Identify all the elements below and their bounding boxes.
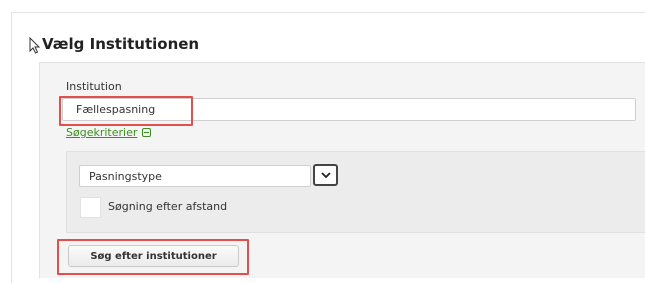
dropdown-button[interactable] [313, 164, 338, 186]
page-title: Vælg Institutionen [42, 35, 200, 53]
search-institutions-button[interactable]: Søg efter institutioner [68, 245, 239, 267]
institution-label: Institution [66, 80, 122, 93]
mouse-pointer-icon [29, 37, 41, 54]
distance-search-label: Søgning efter afstand [108, 200, 228, 213]
search-criteria-link[interactable]: Søgekriterier [66, 126, 152, 139]
criteria-panel [66, 151, 645, 233]
search-criteria-label: Søgekriterier [66, 126, 138, 139]
care-type-select[interactable]: Pasningstype [79, 165, 311, 187]
institution-input[interactable] [62, 98, 636, 121]
distance-search-checkbox[interactable] [80, 197, 101, 218]
chevron-down-icon [320, 172, 331, 178]
minus-box-icon [142, 128, 152, 137]
